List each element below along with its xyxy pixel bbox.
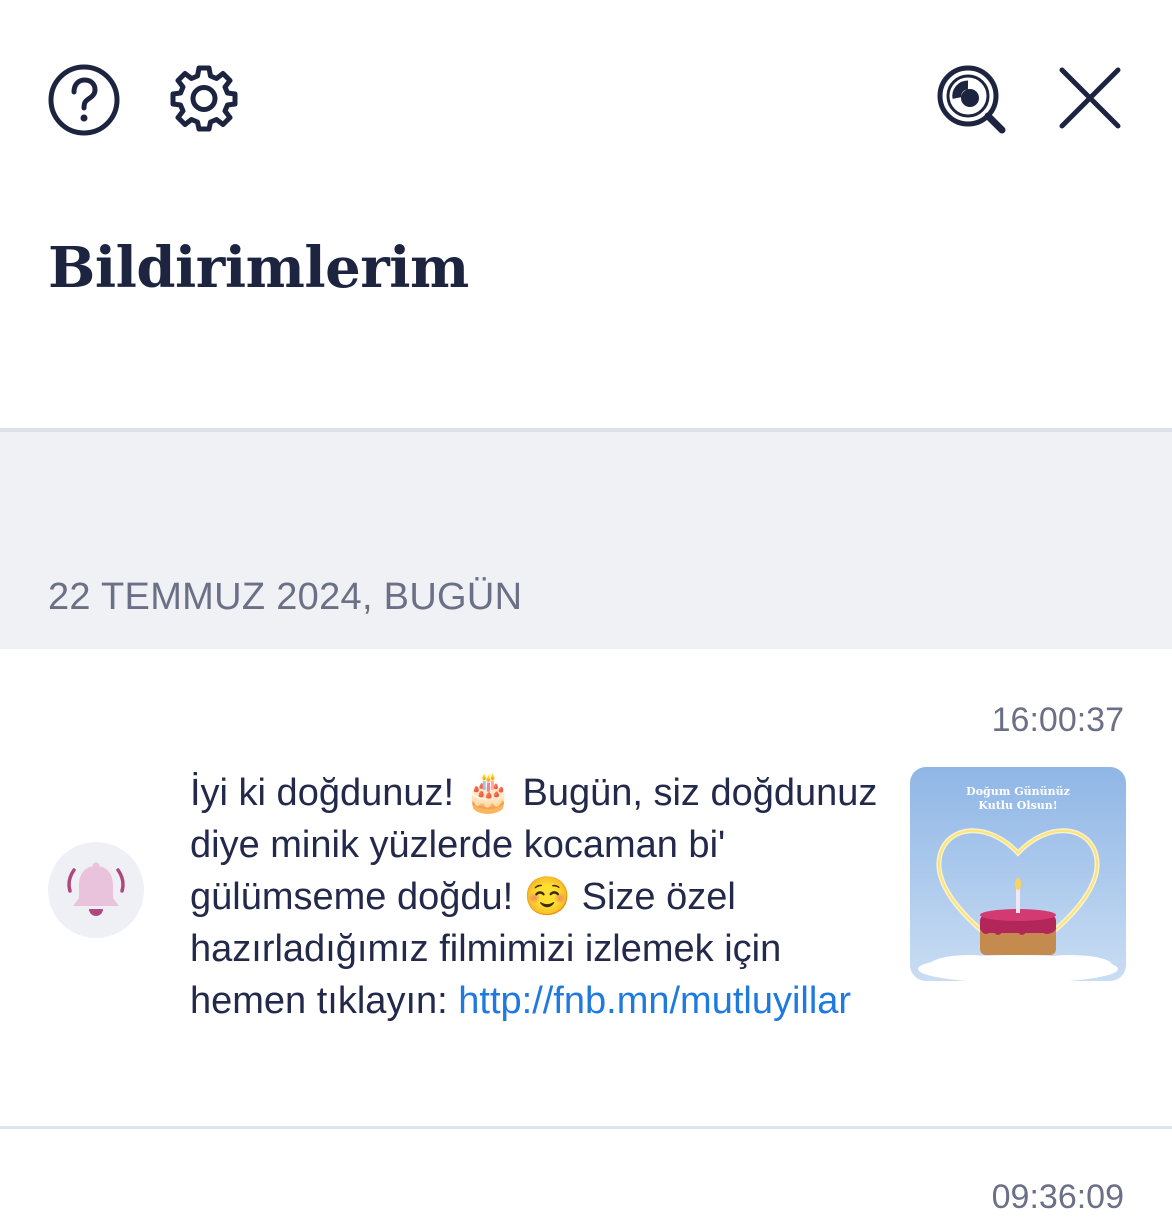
- date-label: 22 TEMMUZ 2024, BUGÜN: [48, 576, 523, 618]
- search-icon[interactable]: [934, 62, 1010, 138]
- date-group-header: 22 TEMMUZ 2024, BUGÜN: [0, 428, 1172, 649]
- page-title: Bildirimlerim: [48, 235, 469, 301]
- bell-icon: [48, 842, 144, 938]
- notification-divider: [0, 1126, 1172, 1129]
- close-icon[interactable]: [1056, 64, 1124, 132]
- notification-link[interactable]: http://fnb.mn/mutluyillar: [458, 980, 851, 1022]
- notification-message: İyi ki doğdunuz! 🎂 Bugün, siz doğdunuz d…: [190, 767, 880, 1027]
- help-icon[interactable]: [46, 62, 122, 138]
- thumbnail-caption: Doğum Gününüz Kutlu Olsun!: [910, 785, 1126, 813]
- thumbnail-caption-line2: Kutlu Olsun!: [978, 799, 1058, 812]
- notification-thumbnail[interactable]: Doğum Gününüz Kutlu Olsun!: [910, 767, 1126, 981]
- thumbnail-caption-line1: Doğum Gününüz: [966, 785, 1070, 798]
- notification-item[interactable]: 16:00:37 İyi ki doğdunuz! 🎂 Bugün, siz d…: [0, 649, 1172, 1127]
- notification-time: 16:00:37: [991, 701, 1124, 739]
- notification-time: 09:36:09: [991, 1178, 1124, 1216]
- gear-icon[interactable]: [168, 62, 240, 134]
- top-toolbar: [0, 0, 1172, 190]
